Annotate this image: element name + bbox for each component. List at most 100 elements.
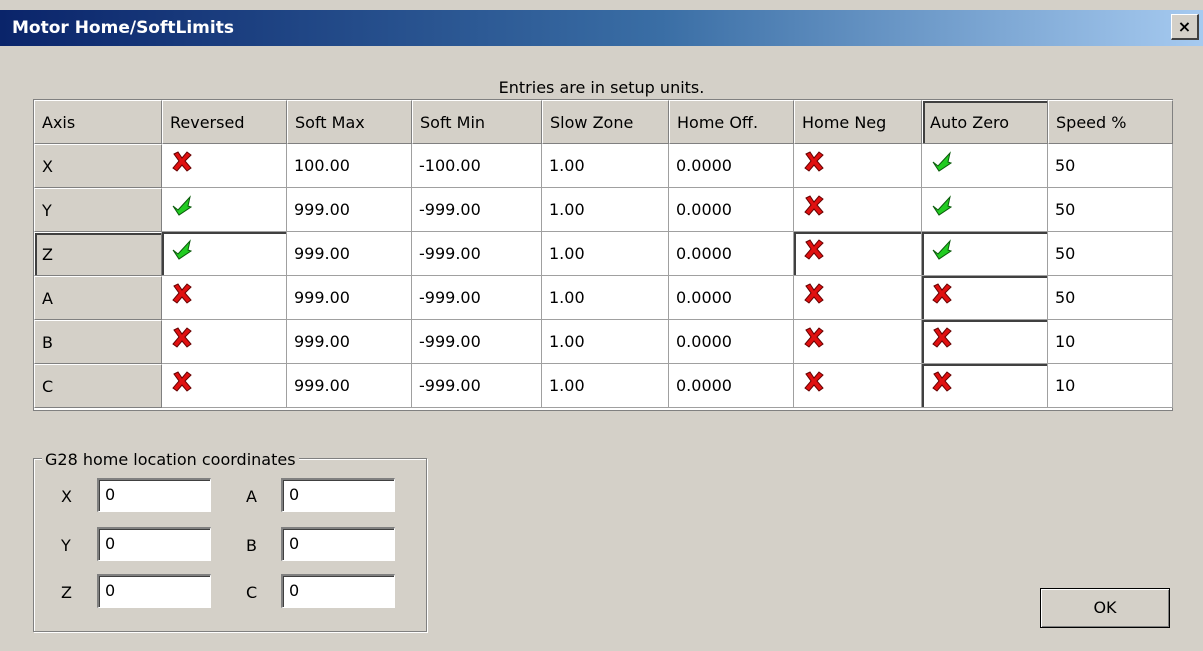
cell-c-speed[interactable]: 10 [1048, 364, 1173, 408]
g28-c-input[interactable]: 0 [281, 574, 395, 608]
motor-home-softlimits-dialog: Motor Home/SoftLimits × Entries are in s… [0, 0, 1203, 651]
g28-y-label: Y [61, 536, 71, 555]
ok-button[interactable]: OK [1040, 588, 1170, 628]
cell-x-soft-max[interactable]: 100.00 [287, 144, 412, 188]
cell-b-speed[interactable]: 10 [1048, 320, 1173, 364]
cell-x-home-off[interactable]: 0.0000 [669, 144, 794, 188]
cell-x-soft-min[interactable]: -100.00 [412, 144, 542, 188]
g28-z-input[interactable]: 0 [97, 574, 211, 608]
cell-y-home-off[interactable]: 0.0000 [669, 188, 794, 232]
cell-a-soft-min[interactable]: -999.00 [412, 276, 542, 320]
red-x-icon [804, 151, 824, 172]
cell-a-soft-max[interactable]: 999.00 [287, 276, 412, 320]
cell-x-auto-zero[interactable] [922, 144, 1048, 188]
cell-z-soft-min[interactable]: -999.00 [412, 232, 542, 276]
g28-a-label: A [246, 487, 257, 506]
row-header-c[interactable]: C [34, 364, 162, 408]
cell-x-home-neg[interactable] [794, 144, 922, 188]
g28-z-label: Z [61, 583, 72, 602]
g28-b-label: B [246, 536, 257, 555]
cell-c-soft-min[interactable]: -999.00 [412, 364, 542, 408]
column-header-reversed[interactable]: Reversed [162, 100, 287, 144]
row-header-b[interactable]: B [34, 320, 162, 364]
column-header-auto-zero[interactable]: Auto Zero [922, 100, 1048, 144]
cell-x-slow-zone[interactable]: 1.00 [542, 144, 669, 188]
cell-b-home-off[interactable]: 0.0000 [669, 320, 794, 364]
column-header-axis[interactable]: Axis [34, 100, 162, 144]
g28-y-input[interactable]: 0 [97, 527, 211, 561]
green-check-icon [932, 195, 953, 216]
cell-y-soft-min[interactable]: -999.00 [412, 188, 542, 232]
cell-c-auto-zero[interactable] [922, 364, 1048, 408]
red-x-icon [804, 283, 824, 304]
cell-z-home-off[interactable]: 0.0000 [669, 232, 794, 276]
cell-a-auto-zero[interactable] [922, 276, 1048, 320]
column-header-slow-zone[interactable]: Slow Zone [542, 100, 669, 144]
cell-c-reversed[interactable] [162, 364, 287, 408]
red-x-icon [172, 151, 192, 172]
cell-c-slow-zone[interactable]: 1.00 [542, 364, 669, 408]
cell-c-soft-max[interactable]: 999.00 [287, 364, 412, 408]
g28-x-input[interactable]: 0 [97, 478, 211, 512]
column-header-soft-min[interactable]: Soft Min [412, 100, 542, 144]
window-title: Motor Home/SoftLimits [12, 18, 234, 38]
cell-z-slow-zone[interactable]: 1.00 [542, 232, 669, 276]
red-x-icon [932, 327, 952, 348]
row-header-z[interactable]: Z [34, 232, 162, 276]
red-x-icon [804, 327, 824, 348]
green-check-icon [172, 195, 193, 216]
green-check-icon [172, 239, 193, 260]
row-header-a[interactable]: A [34, 276, 162, 320]
title-bar: Motor Home/SoftLimits × [0, 10, 1203, 46]
column-header-soft-max[interactable]: Soft Max [287, 100, 412, 144]
green-check-icon [932, 151, 953, 172]
cell-c-home-neg[interactable] [794, 364, 922, 408]
cell-y-auto-zero[interactable] [922, 188, 1048, 232]
cell-b-soft-min[interactable]: -999.00 [412, 320, 542, 364]
red-x-icon [172, 371, 192, 392]
column-header-home-neg[interactable]: Home Neg [794, 100, 922, 144]
cell-y-reversed[interactable] [162, 188, 287, 232]
column-header-home-off[interactable]: Home Off. [669, 100, 794, 144]
red-x-icon [804, 239, 824, 260]
row-header-x[interactable]: X [34, 144, 162, 188]
cell-z-soft-max[interactable]: 999.00 [287, 232, 412, 276]
cell-z-reversed[interactable] [162, 232, 287, 276]
axis-settings-grid: Axis Reversed Soft Max Soft Min Slow Zone Hom… [33, 99, 1173, 411]
g28-group-label: G28 home location coordinates [42, 450, 299, 469]
cell-x-speed[interactable]: 50 [1048, 144, 1173, 188]
cell-y-home-neg[interactable] [794, 188, 922, 232]
cell-c-home-off[interactable]: 0.0000 [669, 364, 794, 408]
cell-x-reversed[interactable] [162, 144, 287, 188]
g28-a-input[interactable]: 0 [281, 478, 395, 512]
red-x-icon [804, 371, 824, 392]
red-x-icon [804, 195, 824, 216]
cell-y-soft-max[interactable]: 999.00 [287, 188, 412, 232]
g28-c-label: C [246, 583, 258, 602]
cell-y-speed[interactable]: 50 [1048, 188, 1173, 232]
close-button[interactable]: × [1171, 14, 1199, 40]
cell-b-auto-zero[interactable] [922, 320, 1048, 364]
cell-a-reversed[interactable] [162, 276, 287, 320]
cell-b-soft-max[interactable]: 999.00 [287, 320, 412, 364]
cell-a-speed[interactable]: 50 [1048, 276, 1173, 320]
cell-y-slow-zone[interactable]: 1.00 [542, 188, 669, 232]
cell-a-slow-zone[interactable]: 1.00 [542, 276, 669, 320]
cell-z-auto-zero[interactable] [922, 232, 1048, 276]
column-header-speed[interactable]: Speed % [1048, 100, 1173, 144]
green-check-icon [932, 239, 953, 260]
g28-b-input[interactable]: 0 [281, 527, 395, 561]
cell-a-home-off[interactable]: 0.0000 [669, 276, 794, 320]
cell-z-home-neg[interactable] [794, 232, 922, 276]
red-x-icon [172, 327, 192, 348]
cell-b-slow-zone[interactable]: 1.00 [542, 320, 669, 364]
g28-x-label: X [61, 487, 72, 506]
red-x-icon [172, 283, 192, 304]
cell-z-speed[interactable]: 50 [1048, 232, 1173, 276]
red-x-icon [932, 283, 952, 304]
cell-b-reversed[interactable] [162, 320, 287, 364]
red-x-icon [932, 371, 952, 392]
row-header-y[interactable]: Y [34, 188, 162, 232]
cell-b-home-neg[interactable] [794, 320, 922, 364]
cell-a-home-neg[interactable] [794, 276, 922, 320]
